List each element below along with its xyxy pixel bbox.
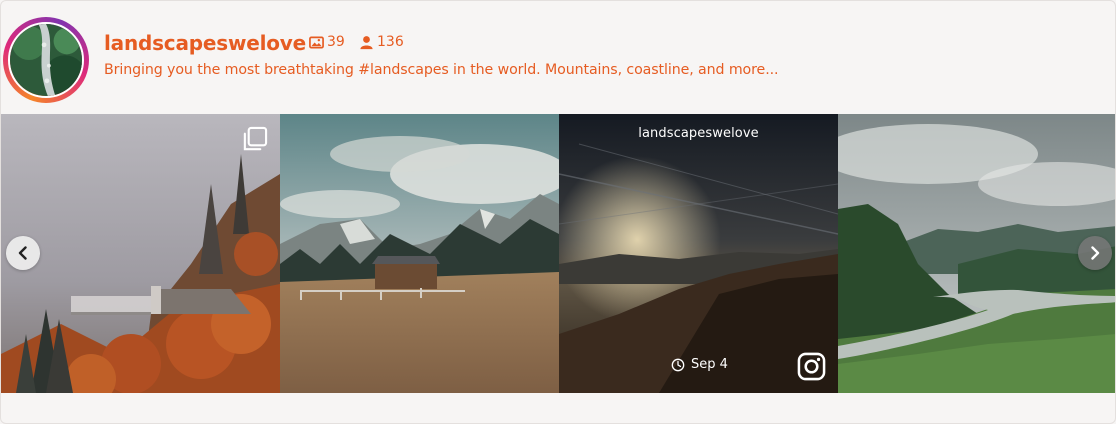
chevron-right-icon [1091, 246, 1100, 260]
gallery-item[interactable] [838, 114, 1115, 393]
chevron-left-icon [18, 246, 27, 260]
media-count-value: 39 [327, 34, 345, 50]
gallery-item[interactable] [280, 114, 559, 393]
post-date: Sep 4 [671, 357, 728, 372]
profile-username-link[interactable]: landscapeswelove [104, 31, 306, 55]
autumn-forest-photo [1, 114, 280, 393]
gallery-item[interactable] [1, 114, 280, 393]
next-button[interactable] [1078, 236, 1112, 270]
overlay-username: landscapeswelove [638, 126, 759, 141]
avatar-image [10, 24, 82, 96]
profile-avatar-link[interactable] [3, 17, 89, 103]
river-valley-photo [838, 114, 1115, 393]
alpine-meadow-photo [280, 114, 559, 393]
previous-button[interactable] [6, 236, 40, 270]
media-count: 39 [309, 34, 345, 50]
followers-count-value: 136 [377, 34, 404, 50]
clock-icon [671, 358, 685, 371]
image-icon [309, 36, 324, 48]
post-date-value: Sep 4 [691, 357, 728, 372]
profile-header: landscapeswelove 39 136 Bringing you the… [1, 1, 1115, 113]
avatar [8, 22, 84, 98]
instagram-feed-widget: landscapeswelove 39 136 Bringing you the… [0, 0, 1116, 424]
profile-bio: Bringing you the most breathtaking #land… [104, 62, 779, 78]
user-icon [360, 35, 373, 49]
gallery-item[interactable]: landscapeswelove Sep 4 [559, 114, 838, 393]
photo-gallery: landscapeswelove Sep 4 [1, 114, 1115, 393]
followers-count: 136 [359, 34, 404, 50]
carousel-icon [243, 126, 268, 151]
instagram-icon[interactable] [797, 352, 826, 381]
